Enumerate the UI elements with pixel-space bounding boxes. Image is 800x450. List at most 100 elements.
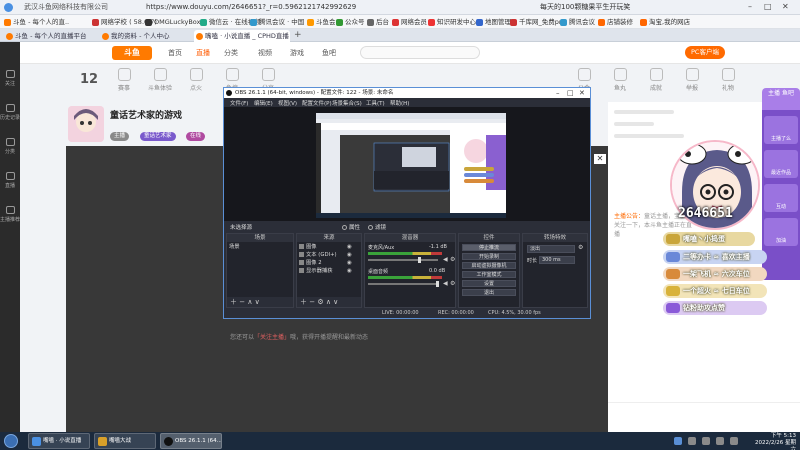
- sub-stat[interactable]: 成就: [640, 68, 672, 92]
- strip-item[interactable]: 互动: [764, 184, 798, 212]
- properties-button[interactable]: 属性: [342, 223, 360, 231]
- menu-scene-collection[interactable]: 场景集合(S): [332, 99, 362, 107]
- bookmark-item[interactable]: 斗鱼 - 每个人的直..: [4, 17, 69, 27]
- source-item[interactable]: 显示器捕获 ◉: [299, 268, 361, 275]
- pc-client-button[interactable]: PC客户端: [685, 46, 725, 59]
- maximize-icon[interactable]: □: [764, 2, 772, 11]
- eye-icon[interactable]: ◉: [347, 252, 352, 259]
- duration-input[interactable]: 300 ms: [539, 256, 575, 264]
- nav-live[interactable]: 直播: [196, 48, 210, 58]
- strip-header[interactable]: 主播 鱼吧: [762, 88, 800, 110]
- start-button[interactable]: [4, 434, 18, 448]
- eye-icon[interactable]: ◉: [347, 244, 352, 251]
- tab-douyu-home[interactable]: 斗鱼 - 每个人的直播平台: [4, 30, 96, 42]
- close-icon[interactable]: ✕: [579, 88, 585, 98]
- address-bar[interactable]: https://www.douyu.com/2646651?_r=0.59621…: [146, 2, 366, 13]
- tab-profile[interactable]: 我的资料 - 个人中心: [100, 30, 190, 42]
- stop-streaming-button[interactable]: 停止推流: [462, 244, 516, 251]
- bookmark-item[interactable]: 知识研发中心: [428, 17, 476, 27]
- close-icon[interactable]: ✕: [594, 154, 606, 164]
- search-input[interactable]: [360, 46, 480, 59]
- rail-item-live[interactable]: 直播: [0, 172, 20, 189]
- gear-icon[interactable]: ⚙: [450, 256, 455, 263]
- gear-icon[interactable]: ⚙: [450, 280, 455, 287]
- bookmark-item[interactable]: 千库网_免费png: [510, 17, 567, 27]
- tray-icon[interactable]: [674, 437, 682, 445]
- clock[interactable]: 下午 5:13 2022/2/26 星期六: [750, 433, 796, 450]
- follow-link[interactable]: 「关注主播」: [254, 334, 290, 341]
- tray-icon[interactable]: [702, 437, 710, 445]
- bookmark-item[interactable]: 店铺装修: [598, 17, 633, 27]
- filters-button[interactable]: 滤镜: [368, 223, 386, 231]
- volume-slider[interactable]: [368, 257, 438, 263]
- rail-item-history[interactable]: 历史记录: [0, 104, 20, 121]
- taskbar-app[interactable]: 嘴嗑 · 小说直播: [28, 433, 90, 449]
- bookmark-item[interactable]: 腾讯会议 · 中国: [250, 17, 304, 27]
- douyu-logo[interactable]: 斗鱼: [112, 46, 152, 60]
- bookmark-item[interactable]: 腾讯会议: [560, 17, 595, 27]
- source-item[interactable]: 图像 ◉: [299, 244, 361, 251]
- rail-item-follow[interactable]: 关注: [0, 70, 20, 87]
- sub-stat[interactable]: 礼物: [712, 68, 744, 92]
- close-icon[interactable]: ✕: [782, 2, 789, 11]
- menu-edit[interactable]: 编辑(E): [254, 99, 273, 107]
- chat-input-area[interactable]: [608, 402, 800, 432]
- scene-item[interactable]: 场景: [229, 244, 291, 251]
- studio-mode-button[interactable]: 工作室模式: [462, 271, 516, 278]
- rail-item-recommend[interactable]: 主播推荐: [0, 206, 20, 223]
- bookmark-item[interactable]: 网络会员: [392, 17, 427, 27]
- sub-stat[interactable]: 举报: [676, 68, 708, 92]
- bookmark-item[interactable]: 地图管理: [476, 17, 511, 27]
- bookmark-item[interactable]: 后台: [367, 17, 389, 27]
- sub-stat[interactable]: 赛事: [108, 68, 140, 92]
- minimize-icon[interactable]: –: [748, 2, 752, 11]
- tray-icon[interactable]: [688, 437, 696, 445]
- rail-item-category[interactable]: 分类: [0, 138, 20, 155]
- maximize-icon[interactable]: □: [567, 88, 574, 98]
- settings-button[interactable]: 设置: [462, 280, 516, 287]
- new-tab-icon[interactable]: +: [294, 30, 302, 40]
- menu-view[interactable]: 视图(V): [278, 99, 297, 107]
- sub-stat[interactable]: 点火: [180, 68, 212, 92]
- bookmark-item[interactable]: OMGLuckyBox!: [145, 17, 203, 27]
- scenes-dock-footer[interactable]: ＋ − ∧ ∨: [227, 297, 293, 307]
- gear-icon[interactable]: ⚙: [578, 244, 583, 251]
- volume-icon[interactable]: [716, 437, 724, 445]
- start-recording-button[interactable]: 开始录制: [462, 253, 516, 260]
- sources-dock-footer[interactable]: ＋ − ⚙ ∧ ∨: [297, 297, 361, 307]
- exit-button[interactable]: 退出: [462, 289, 516, 296]
- bookmark-item[interactable]: 淘宝,我的网店: [640, 17, 690, 27]
- speaker-icon[interactable]: ◀: [443, 256, 448, 263]
- taskbar-app[interactable]: OBS 26.1.1 (64...: [160, 433, 222, 449]
- virtual-camera-button[interactable]: 启动虚拟摄像机: [462, 262, 516, 269]
- speaker-icon[interactable]: ◀: [443, 280, 448, 287]
- sub-stat[interactable]: 斗鱼体验: [144, 68, 176, 92]
- source-item[interactable]: 文本 (GDI+) ◉: [299, 252, 361, 259]
- menu-help[interactable]: 帮助(H): [390, 99, 409, 107]
- eye-icon[interactable]: ◉: [347, 260, 352, 267]
- volume-slider[interactable]: [368, 281, 439, 287]
- bookmark-item[interactable]: 斗鱼会: [307, 17, 336, 27]
- nav-home[interactable]: 首页: [168, 48, 182, 58]
- obs-preview[interactable]: [224, 107, 590, 221]
- menu-profile[interactable]: 配置文件(P): [302, 99, 332, 107]
- network-icon[interactable]: [730, 437, 738, 445]
- strip-item[interactable]: 最近作品: [764, 150, 798, 178]
- transition-select[interactable]: 淡出: [527, 245, 575, 253]
- taskbar-app[interactable]: 嘴嗑大战: [94, 433, 156, 449]
- eye-icon[interactable]: ◉: [347, 268, 352, 275]
- sub-stat[interactable]: 鱼丸: [604, 68, 636, 92]
- menu-file[interactable]: 文件(F): [230, 99, 248, 107]
- nav-category[interactable]: 分类: [224, 48, 238, 58]
- source-item[interactable]: 图像 2 ◉: [299, 260, 361, 267]
- menu-tools[interactable]: 工具(T): [366, 99, 385, 107]
- nav-video[interactable]: 视频: [258, 48, 272, 58]
- minimize-icon[interactable]: –: [556, 88, 560, 98]
- strip-item[interactable]: 主播了么: [764, 116, 798, 144]
- tab-stream[interactable]: 嘴嗑 · 小说直播 _ CPHD直播: [194, 30, 290, 42]
- bookmark-item[interactable]: 公众号: [336, 17, 365, 27]
- nav-game[interactable]: 游戏: [290, 48, 304, 58]
- avatar[interactable]: [68, 106, 104, 142]
- strip-item[interactable]: 加油: [764, 218, 798, 246]
- nav-fishbar[interactable]: 鱼吧: [322, 48, 336, 58]
